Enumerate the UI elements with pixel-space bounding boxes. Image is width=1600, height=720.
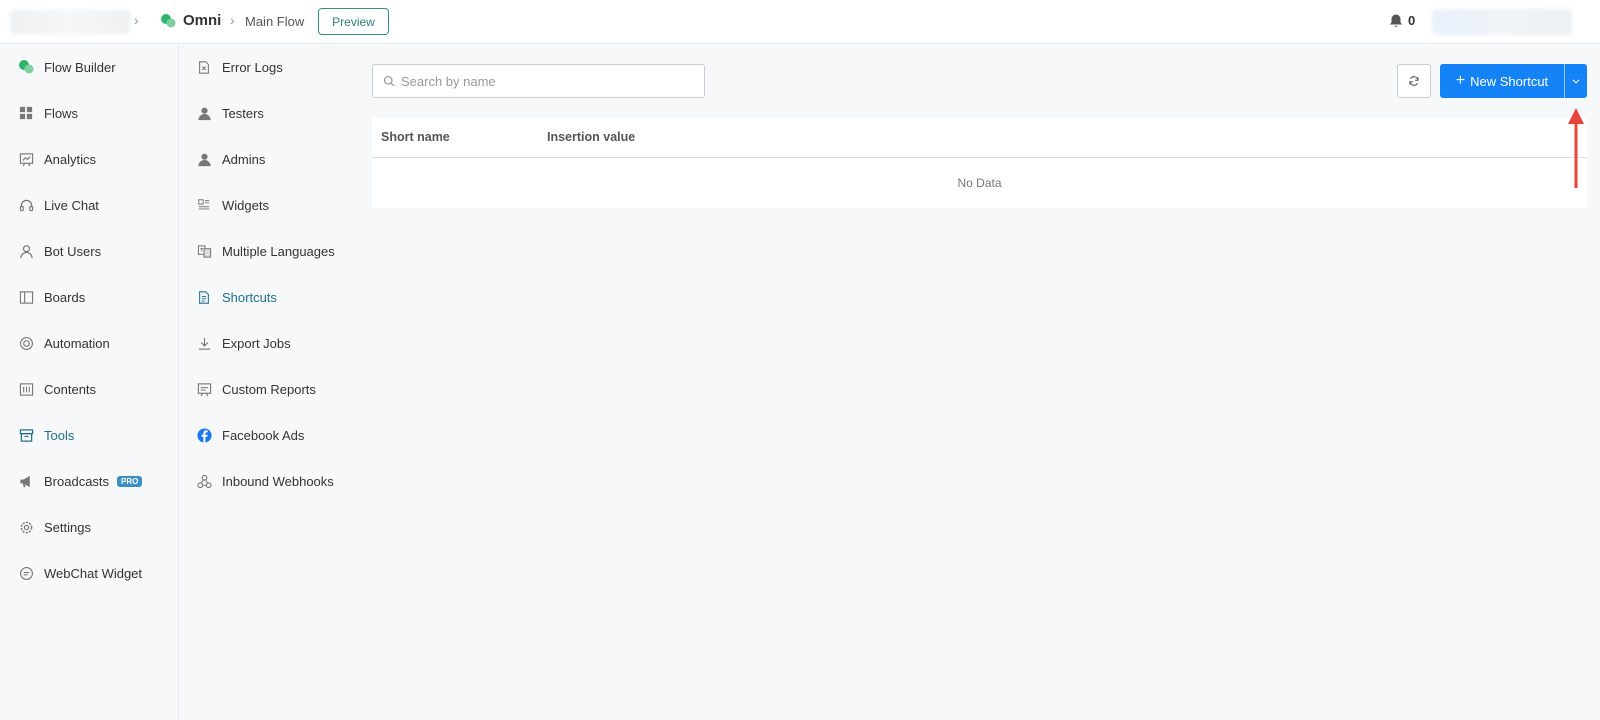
notification-count: 0 [1408, 13, 1416, 28]
error-file-icon [196, 59, 212, 75]
bell-icon[interactable] [1388, 13, 1404, 29]
subnav-label: Inbound Webhooks [222, 473, 334, 489]
breadcrumb-chevron-icon: › [134, 12, 139, 28]
column-header-insertion-value[interactable]: Insertion value [547, 130, 635, 144]
headset-icon [18, 197, 34, 213]
download-icon [196, 335, 212, 351]
column-header-short-name[interactable]: Short name [381, 130, 450, 144]
nav-item-flow-builder[interactable]: Flow Builder [0, 44, 179, 90]
contents-icon [18, 381, 34, 397]
subnav-item-widgets[interactable]: Widgets [180, 182, 353, 228]
table-header-row: Short name Insertion value [372, 118, 1587, 158]
nav-item-tools[interactable]: Tools [0, 412, 179, 458]
flow-builder-icon [18, 59, 34, 75]
nav-item-bot-users[interactable]: Bot Users [0, 228, 179, 274]
subnav-item-testers[interactable]: Testers [180, 90, 353, 136]
app-name[interactable]: Omni [183, 12, 221, 29]
workspace-logo[interactable] [10, 10, 130, 34]
subnav-label: Widgets [222, 197, 269, 213]
automation-icon [18, 335, 34, 351]
facebook-icon [196, 427, 212, 443]
report-icon [196, 381, 212, 397]
nav-label: Analytics [44, 151, 97, 167]
nav-label: Broadcasts [44, 473, 110, 489]
nav-item-settings[interactable]: Settings [0, 504, 179, 550]
nav-item-live-chat[interactable]: Live Chat [0, 182, 179, 228]
pro-badge: PRO [117, 475, 143, 487]
new-shortcut-label: New Shortcut [1470, 73, 1549, 89]
subnav-item-inbound-webhooks[interactable]: Inbound Webhooks [180, 458, 353, 504]
main-sidebar: Flow Builder Flows Analytics Live Chat B… [0, 44, 179, 720]
subnav-label: Custom Reports [222, 381, 316, 397]
chevron-down-icon [1572, 79, 1580, 84]
refresh-icon [1409, 76, 1419, 86]
gear-icon [18, 519, 34, 535]
nav-label: Tools [44, 427, 75, 443]
subnav-label: Error Logs [222, 59, 283, 75]
subnav-item-error-logs[interactable]: Error Logs [180, 44, 353, 90]
user-icon [18, 243, 34, 259]
nav-item-boards[interactable]: Boards [0, 274, 179, 320]
nav-item-contents[interactable]: Contents [0, 366, 179, 412]
subnav-label: Export Jobs [222, 335, 291, 351]
nav-item-automation[interactable]: Automation [0, 320, 179, 366]
omni-chat-icon [161, 14, 176, 28]
grid-icon [18, 105, 34, 121]
subnav-item-multiple-languages[interactable]: Multiple Languages [180, 228, 353, 274]
subnav-item-custom-reports[interactable]: Custom Reports [180, 366, 353, 412]
plus-icon: + [1455, 72, 1466, 89]
nav-item-broadcasts[interactable]: Broadcasts PRO [0, 458, 179, 504]
nav-item-webchat-widget[interactable]: WebChat Widget [0, 550, 179, 596]
user-account-menu[interactable] [1432, 9, 1572, 35]
search-input[interactable] [401, 73, 691, 89]
toolbox-icon [18, 427, 34, 443]
nav-item-flows[interactable]: Flows [0, 90, 179, 136]
nav-label: Flow Builder [44, 59, 116, 75]
megaphone-icon [18, 473, 34, 489]
document-icon [196, 289, 212, 305]
chart-icon [18, 151, 34, 167]
nav-label: Live Chat [44, 197, 99, 213]
person-icon [196, 151, 212, 167]
preview-button[interactable]: Preview [318, 8, 389, 35]
subnav-label: Facebook Ads [222, 427, 305, 443]
annotation-arrow-icon [1568, 108, 1584, 188]
search-icon [383, 75, 395, 87]
tools-submenu: Error Logs Testers Admins Widgets Multip… [180, 44, 353, 720]
subnav-label: Shortcuts [222, 289, 277, 305]
nav-label: Flows [44, 105, 78, 121]
search-box[interactable] [372, 64, 705, 98]
nav-label: Bot Users [44, 243, 102, 259]
nav-label: Boards [44, 289, 86, 305]
chat-bubble-icon [18, 565, 34, 581]
subnav-item-export-jobs[interactable]: Export Jobs [180, 320, 353, 366]
breadcrumb-chevron-icon: › [230, 12, 235, 28]
refresh-button[interactable] [1397, 64, 1431, 98]
subnav-label: Admins [222, 151, 266, 167]
nav-label: Settings [44, 519, 91, 535]
new-shortcut-dropdown-button[interactable] [1564, 64, 1587, 98]
widgets-icon [196, 197, 212, 213]
person-icon [196, 105, 212, 121]
nav-label: WebChat Widget [44, 565, 143, 581]
nav-label: Contents [44, 381, 97, 397]
subnav-label: Testers [222, 105, 264, 121]
language-icon [196, 243, 212, 259]
subnav-item-facebook-ads[interactable]: Facebook Ads [180, 412, 353, 458]
nav-item-analytics[interactable]: Analytics [0, 136, 179, 182]
top-bar: › Omni › Main Flow Preview 0 [0, 0, 1600, 44]
webhook-icon [196, 473, 212, 489]
current-flow-name[interactable]: Main Flow [245, 14, 304, 29]
subnav-label: Multiple Languages [222, 243, 335, 259]
empty-state-text: No Data [957, 176, 1002, 190]
subnav-item-admins[interactable]: Admins [180, 136, 353, 182]
new-shortcut-button[interactable]: + New Shortcut [1440, 64, 1564, 98]
subnav-item-shortcuts[interactable]: Shortcuts [180, 274, 353, 320]
board-icon [18, 289, 34, 305]
nav-label: Automation [44, 335, 110, 351]
shortcuts-table: Short name Insertion value No Data [372, 118, 1587, 208]
